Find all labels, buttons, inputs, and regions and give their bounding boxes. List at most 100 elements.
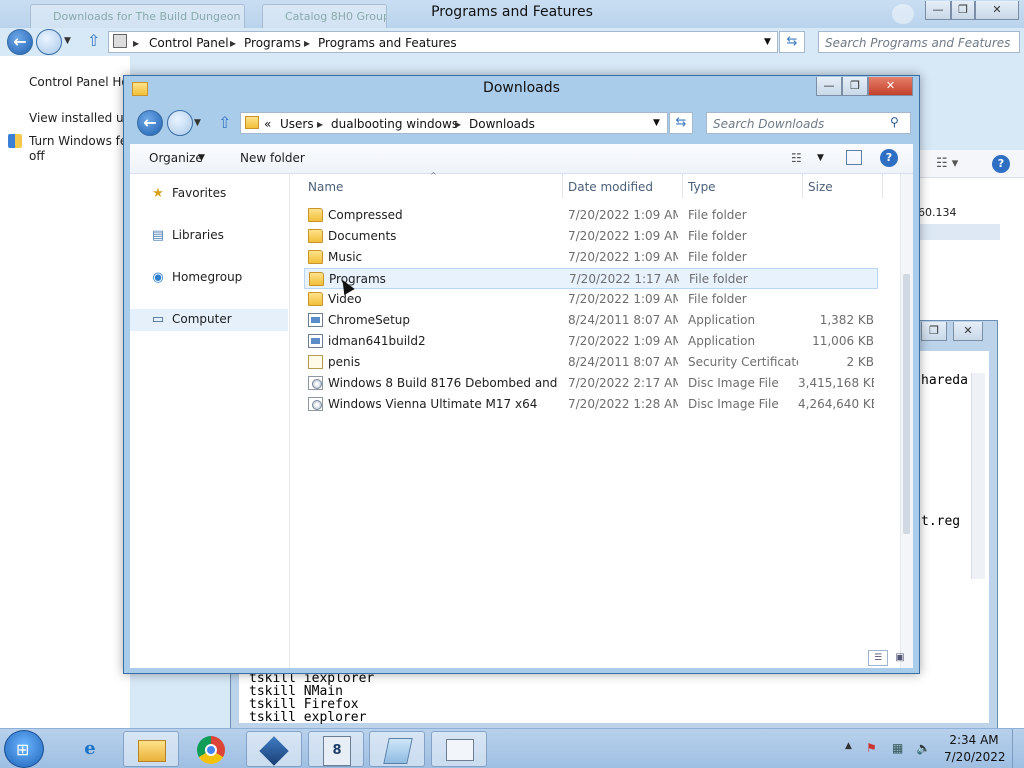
windows-8-icon[interactable]: 8 <box>308 731 364 767</box>
bg-version-fragment: 60.134 <box>918 206 957 219</box>
view-chevron-icon[interactable]: ▼ <box>817 153 824 163</box>
bg-up-arrow-icon[interactable]: ⇧ <box>87 31 100 50</box>
internet-explorer-icon[interactable]: e <box>62 731 118 767</box>
help-icon[interactable]: ? <box>880 149 898 167</box>
scrollbar-thumb[interactable] <box>903 274 910 534</box>
nav-item-favorites[interactable]: ★ Favorites <box>130 183 288 205</box>
forward-button[interactable] <box>167 110 193 136</box>
file-type: Application <box>688 313 756 327</box>
details-view-icon[interactable]: ☰ <box>868 650 888 666</box>
file-row[interactable]: idman641build2 7/20/2022 1:09 AM Applicati… <box>304 331 878 352</box>
cmd-maximize-button[interactable]: ❐ <box>921 322 947 341</box>
bg-address-bar[interactable]: ▸ Control Panel ▸ Programs ▸ Programs an… <box>108 31 778 53</box>
column-size-header[interactable]: Size <box>808 180 833 194</box>
search-input[interactable]: Search Downloads <box>706 112 911 134</box>
organize-chevron-icon[interactable]: ▼ <box>198 153 205 163</box>
close-button[interactable]: ✕ <box>868 77 913 96</box>
file-row[interactable]: Video 7/20/2022 1:09 AM File folder <box>304 289 878 310</box>
nav-item-computer[interactable]: ▭ Computer <box>130 309 288 331</box>
nav-item-libraries[interactable]: ▤ Libraries <box>130 225 288 247</box>
folder-icon <box>308 292 323 306</box>
column-separator[interactable] <box>682 174 683 198</box>
file-name: idman641build2 <box>328 334 426 348</box>
address-bar[interactable]: « Users ▸ dualbooting windows ▸ Download… <box>240 112 668 134</box>
bg-window-title: Programs and Features <box>431 4 593 20</box>
explorer-body: ★ Favorites ▤ Libraries ◉ Homegroup ▭ Co… <box>130 171 913 668</box>
up-arrow-icon[interactable]: ⇧ <box>218 113 231 132</box>
large-icons-view-icon[interactable]: ▣ <box>890 650 910 666</box>
chrome-icon[interactable] <box>184 731 240 767</box>
bg-help-icon[interactable]: ? <box>992 155 1010 173</box>
column-separator[interactable] <box>562 174 563 198</box>
crumb-users[interactable]: Users <box>280 117 314 131</box>
start-button[interactable]: ⊞ <box>4 730 44 768</box>
control-panel-icon[interactable] <box>431 731 487 767</box>
crumb-downloads[interactable]: Downloads <box>469 117 535 131</box>
nav-item-homegroup[interactable]: ◉ Homegroup <box>130 267 288 289</box>
network-icon[interactable]: ▦ <box>892 741 903 755</box>
bg-crumb-control-panel[interactable]: Control Panel <box>149 36 229 50</box>
bg-refresh-button[interactable]: ⇆ <box>779 31 805 53</box>
bg-tab-2[interactable]: Catalog 8H0 Group <box>262 4 387 28</box>
bg-back-button[interactable]: ← <box>7 29 33 55</box>
action-center-icon[interactable]: ⚑ <box>866 741 877 755</box>
command-bar: Organize ▼ New folder ☷ ▼ ? <box>130 144 913 174</box>
file-row[interactable]: Windows 8 Build 8176 Debombed and US... 7… <box>304 373 878 394</box>
show-hidden-icons-icon[interactable]: ▲ <box>845 741 852 751</box>
maximize-button[interactable]: ❐ <box>842 77 868 96</box>
file-explorer-icon[interactable] <box>123 731 179 767</box>
address-overflow[interactable]: « <box>264 117 271 131</box>
show-desktop-button[interactable] <box>1012 729 1024 768</box>
preview-pane-icon[interactable] <box>846 150 862 165</box>
search-icon[interactable]: ⚲ <box>890 115 899 129</box>
file-name: Music <box>328 250 363 264</box>
bg-selected-row <box>918 224 1000 240</box>
address-dropdown-icon[interactable]: ▼ <box>653 118 660 128</box>
vertical-scrollbar[interactable] <box>900 174 913 668</box>
history-chevron-icon[interactable]: ▼ <box>194 118 201 128</box>
change-view-icon[interactable]: ☷ <box>791 151 802 165</box>
bg-tab-1[interactable]: Downloads for The Build Dungeon <box>30 4 245 28</box>
bg-forward-button[interactable] <box>36 29 62 55</box>
windows-8-badge: 8 <box>323 736 351 766</box>
column-separator[interactable] <box>802 174 803 198</box>
file-size: 1,382 KB <box>819 313 874 327</box>
folder-icon <box>245 116 259 129</box>
organize-button[interactable]: Organize <box>149 151 203 165</box>
file-row[interactable]: Programs 7/20/2022 1:17 AM File folder <box>304 268 878 289</box>
volume-icon[interactable]: 🔈 <box>916 741 931 755</box>
bg-crumb-programs-and-features[interactable]: Programs and Features <box>318 36 457 50</box>
bg-minimize-button[interactable]: — <box>925 1 951 20</box>
bg-maximize-button[interactable]: ❐ <box>951 1 975 20</box>
bg-history-chevron-icon[interactable]: ▼ <box>64 36 71 46</box>
back-button[interactable]: ← <box>137 110 163 136</box>
bg-titlebar: Downloads for The Build Dungeon Catalog … <box>0 0 1024 28</box>
turn-windows-features-link-line2[interactable]: off <box>29 149 45 163</box>
cmd-close-button[interactable]: ✕ <box>953 322 983 341</box>
new-folder-button[interactable]: New folder <box>240 151 305 165</box>
file-row[interactable]: Documents 7/20/2022 1:09 AM File folder <box>304 226 878 247</box>
column-name-header[interactable]: Name <box>308 180 343 194</box>
bg-search-input[interactable]: Search Programs and Features <box>818 31 1020 53</box>
crumb-dualbooting-windows[interactable]: dualbooting windows <box>331 117 458 131</box>
cmd-scrollbar[interactable] <box>971 373 985 579</box>
column-date-header[interactable]: Date modified <box>568 180 653 194</box>
refresh-button[interactable]: ⇆ <box>669 112 693 134</box>
file-type: Disc Image File <box>688 376 779 390</box>
column-type-header[interactable]: Type <box>688 180 716 194</box>
file-row[interactable]: Windows Vienna Ultimate M17 x64 7/20/2022… <box>304 394 878 415</box>
bg-address-dropdown-icon[interactable]: ▼ <box>764 37 771 47</box>
bg-crumb-programs[interactable]: Programs <box>244 36 301 50</box>
file-row[interactable]: penis 8/24/2011 8:07 AM Security Certifica… <box>304 352 878 373</box>
file-row[interactable]: ChromeSetup 8/24/2011 8:07 AM Application 1… <box>304 310 878 331</box>
bg-close-button[interactable]: ✕ <box>975 1 1019 20</box>
virtualbox-icon[interactable] <box>246 731 302 767</box>
column-separator[interactable] <box>882 174 883 198</box>
bg-view-options-icon[interactable]: ☷ ▾ <box>936 156 958 171</box>
notepad-icon[interactable] <box>369 731 425 767</box>
file-name: Compressed <box>328 208 403 222</box>
file-row[interactable]: Music 7/20/2022 1:09 AM File folder <box>304 247 878 268</box>
system-clock[interactable]: 2:34 AM 7/20/2022 <box>944 732 1006 766</box>
file-row[interactable]: Compressed 7/20/2022 1:09 AM File folder <box>304 205 878 226</box>
minimize-button[interactable]: — <box>816 77 842 96</box>
